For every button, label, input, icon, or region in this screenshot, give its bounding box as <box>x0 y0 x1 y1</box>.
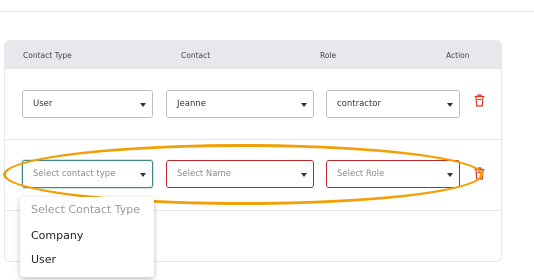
contact-type-select[interactable]: Select contact type <box>22 160 153 188</box>
trash-icon[interactable] <box>474 94 485 107</box>
chevron-down-icon <box>301 173 307 177</box>
contact-type-value: User <box>33 99 53 109</box>
contact-value: Jeanne <box>177 99 206 109</box>
chevron-down-icon <box>301 103 307 107</box>
contacts-page: Contact Type Contact Role Action User Je… <box>0 0 534 280</box>
contact-type-select[interactable]: User <box>22 90 153 118</box>
chevron-down-icon <box>447 103 453 107</box>
role-value: contractor <box>337 99 381 109</box>
trash-icon[interactable] <box>474 167 485 180</box>
chevron-down-icon <box>140 103 146 107</box>
header-contact-type: Contact Type <box>23 51 72 60</box>
dropdown-option-company[interactable]: Company <box>31 229 83 242</box>
contact-select[interactable]: Select Name <box>166 160 314 188</box>
chevron-down-icon <box>140 173 146 177</box>
role-select[interactable]: Select Role <box>326 160 460 188</box>
table-row: User Jeanne contractor <box>5 69 501 140</box>
contact-type-dropdown: Select Contact Type Company User <box>20 197 154 277</box>
table-header: Contact Type Contact Role Action <box>5 41 501 69</box>
contact-type-placeholder: Select contact type <box>33 169 116 179</box>
header-action: Action <box>446 51 470 60</box>
dropdown-option-user[interactable]: User <box>31 253 56 266</box>
header-contact: Contact <box>181 51 211 60</box>
contact-select[interactable]: Jeanne <box>166 90 314 118</box>
role-select[interactable]: contractor <box>326 90 460 118</box>
chevron-down-icon <box>447 173 453 177</box>
header-role: Role <box>320 51 337 60</box>
dropdown-header: Select Contact Type <box>31 203 140 216</box>
contact-placeholder: Select Name <box>177 169 232 179</box>
top-card <box>0 0 534 12</box>
role-placeholder: Select Role <box>337 169 385 179</box>
